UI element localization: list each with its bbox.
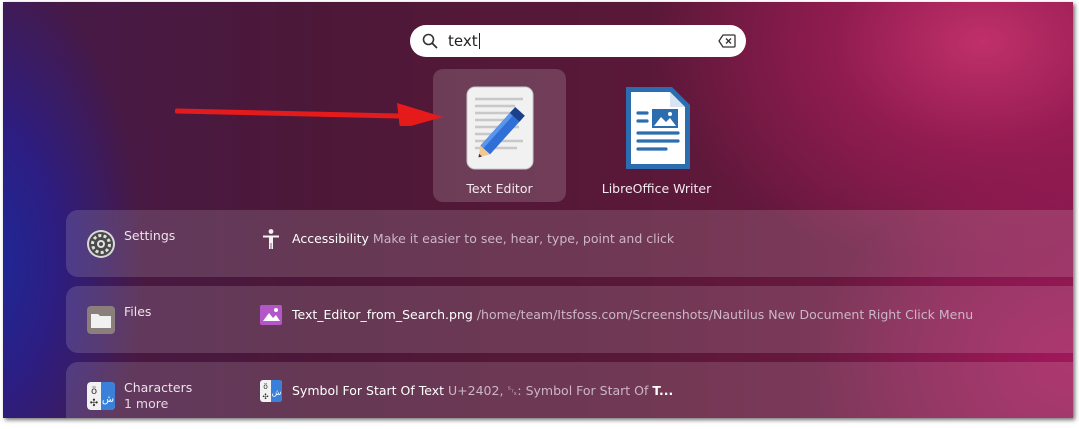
search-result-file[interactable]: Text_Editor_from_Search.png /home/team/I… [292,307,973,322]
image-file-icon [260,305,282,325]
search-input[interactable]: text [448,32,480,50]
svg-text:ش: ش [102,394,114,405]
settings-gear-icon[interactable] [86,229,116,259]
libreoffice-writer-icon [626,87,690,169]
svg-text:ش: ش [272,388,282,397]
search-icon [422,33,438,49]
search-provider-files: Files Text_Editor_from_Search.png /home/… [66,286,1073,353]
text-editor-icon [466,86,534,170]
provider-name: Files [124,304,152,319]
app-tile-text-editor[interactable]: Text Editor [433,69,566,202]
svg-text:✣: ✣ [262,392,268,401]
search-provider-settings: Settings Accessibility Make it easier to… [66,210,1073,277]
provider-name: Settings [124,228,176,243]
accessibility-icon [263,229,279,249]
app-name: LibreOffice Writer [601,181,712,196]
files-folder-icon[interactable] [86,305,116,335]
clear-text-icon[interactable] [718,34,736,48]
search-entry[interactable]: text [410,25,746,57]
provider-name: Characters [124,380,193,395]
svg-text:ö: ö [263,382,268,391]
app-tile-libreoffice-writer[interactable]: LibreOffice Writer [590,69,723,202]
app-name: Text Editor [466,181,533,196]
search-provider-characters: ö ✣ ش Characters 1 more ö ✣ ش Symbol For… [66,362,1073,418]
characters-app-icon: ö ✣ ش [260,380,282,402]
characters-app-icon[interactable]: ö ✣ ش [86,381,116,411]
svg-text:ö: ö [91,386,97,397]
provider-more-count[interactable]: 1 more [124,396,168,412]
red-arrow [175,103,443,126]
search-result-accessibility[interactable]: Accessibility Make it easier to see, hea… [292,231,674,246]
activities-overview: text Text Editor LibreOffice Writer Sett… [3,2,1073,418]
svg-text:✣: ✣ [90,398,98,409]
search-result-character[interactable]: Symbol For Start Of Text U+2402, ␂: Symb… [292,383,673,399]
